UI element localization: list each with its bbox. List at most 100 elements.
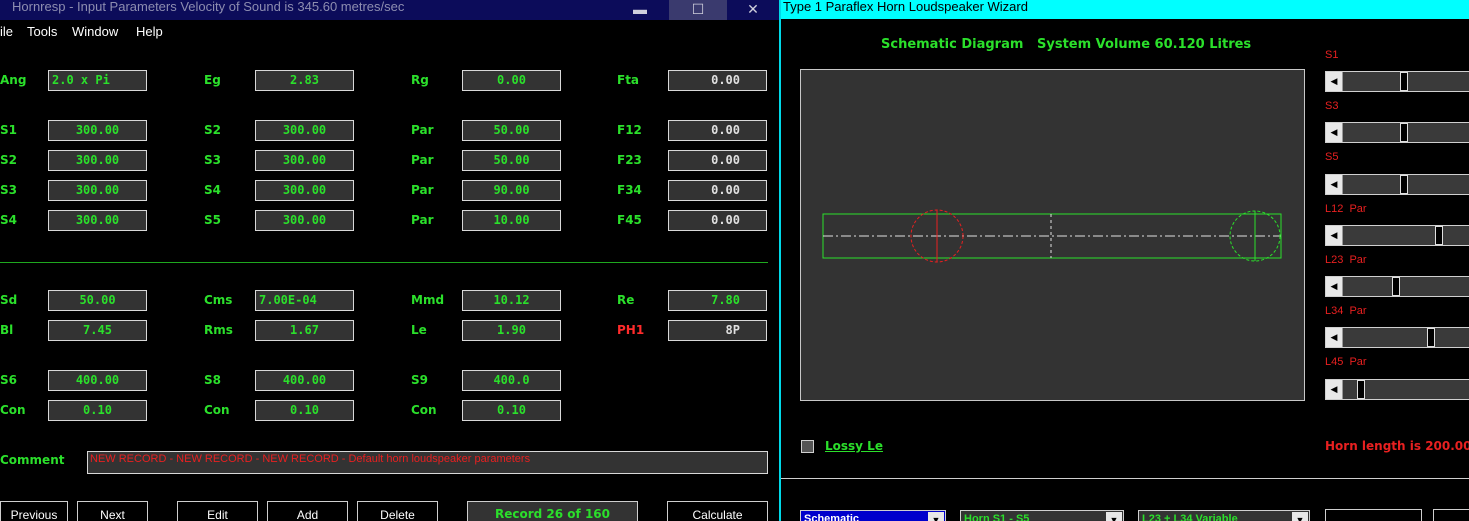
arrow-left-icon[interactable]: ◀ bbox=[1326, 123, 1343, 142]
menu-window[interactable]: Window bbox=[72, 24, 118, 39]
param-field[interactable]: 300.00 bbox=[255, 180, 354, 201]
slider[interactable]: ◀ bbox=[1325, 379, 1469, 400]
slider[interactable]: ◀ bbox=[1325, 71, 1469, 92]
param-field[interactable]: 400.00 bbox=[255, 370, 354, 391]
minimize-icon[interactable]: ▬ bbox=[614, 0, 666, 20]
param-label: F12 bbox=[617, 123, 642, 137]
param-field[interactable]: 400.0 bbox=[462, 370, 561, 391]
slider-thumb[interactable] bbox=[1400, 72, 1408, 91]
variable-combo[interactable]: L23 + L34 Variable ▼ bbox=[1138, 510, 1310, 521]
slider-thumb[interactable] bbox=[1392, 277, 1400, 296]
slider-thumb[interactable] bbox=[1427, 328, 1435, 347]
param-field[interactable]: 300.00 bbox=[48, 150, 147, 171]
menu-tools[interactable]: Tools bbox=[27, 24, 57, 39]
param-label: Re bbox=[617, 293, 635, 307]
param-label: Par bbox=[411, 213, 434, 227]
arrow-left-icon[interactable]: ◀ bbox=[1326, 175, 1343, 194]
param-field[interactable]: 10.00 bbox=[462, 210, 561, 231]
param-field[interactable]: 7.45 bbox=[48, 320, 147, 341]
lossy-le-label[interactable]: Lossy Le bbox=[825, 439, 883, 453]
slider-label: L12 Par bbox=[1325, 203, 1367, 215]
param-field[interactable]: 400.00 bbox=[48, 370, 147, 391]
param-field[interactable]: 50.00 bbox=[462, 120, 561, 141]
close-icon[interactable]: ✕ bbox=[727, 0, 779, 20]
slider-thumb[interactable] bbox=[1400, 175, 1408, 194]
record-counter: Record 26 of 160 bbox=[467, 501, 638, 521]
param-field[interactable]: 2.0 x Pi bbox=[48, 70, 147, 91]
param-label: Rg bbox=[411, 73, 429, 87]
previous-button[interactable]: Previous bbox=[0, 501, 68, 521]
view-combo-value: Schematic bbox=[804, 513, 860, 521]
arrow-left-icon[interactable]: ◀ bbox=[1326, 328, 1343, 347]
param-field[interactable]: 300.00 bbox=[255, 120, 354, 141]
param-field[interactable]: 50.00 bbox=[462, 150, 561, 171]
param-field[interactable]: 1.67 bbox=[255, 320, 354, 341]
chevron-down-icon[interactable]: ▼ bbox=[1292, 512, 1308, 521]
param-field[interactable]: 0.10 bbox=[462, 400, 561, 421]
param-label: Con bbox=[411, 403, 437, 417]
menu-file[interactable]: ile bbox=[0, 24, 13, 39]
slider[interactable]: ◀ bbox=[1325, 276, 1469, 297]
slider[interactable]: ◀ bbox=[1325, 327, 1469, 348]
paraflex-wizard-window: Type 1 Paraflex Horn Loudspeaker Wizard … bbox=[781, 0, 1469, 521]
arrow-left-icon[interactable]: ◀ bbox=[1326, 277, 1343, 296]
slider[interactable]: ◀ bbox=[1325, 225, 1469, 246]
param-field[interactable]: 2.83 bbox=[255, 70, 354, 91]
chevron-down-icon[interactable]: ▼ bbox=[1106, 512, 1122, 521]
slider-thumb[interactable] bbox=[1400, 123, 1408, 142]
param-field[interactable]: 50.00 bbox=[48, 290, 147, 311]
param-field[interactable]: 10.12 bbox=[462, 290, 561, 311]
param-field[interactable]: 300.00 bbox=[48, 180, 147, 201]
param-field[interactable]: 7.80 bbox=[668, 290, 767, 311]
param-label: S3 bbox=[204, 153, 221, 167]
param-label: Sd bbox=[0, 293, 18, 307]
comment-field[interactable]: NEW RECORD - NEW RECORD - NEW RECORD - D… bbox=[87, 451, 768, 474]
param-field[interactable]: 0.00 bbox=[668, 180, 767, 201]
param-field[interactable]: 1.90 bbox=[462, 320, 561, 341]
param-field[interactable]: 300.00 bbox=[255, 210, 354, 231]
param-label: Bl bbox=[0, 323, 14, 337]
action-button-2[interactable] bbox=[1433, 509, 1469, 521]
param-label: S9 bbox=[411, 373, 428, 387]
menu-help[interactable]: Help bbox=[136, 24, 163, 39]
slider[interactable]: ◀ bbox=[1325, 174, 1469, 195]
add-button[interactable]: Add bbox=[267, 501, 348, 521]
param-field[interactable]: 90.00 bbox=[462, 180, 561, 201]
param-field[interactable]: 0.00 bbox=[668, 70, 767, 91]
slider[interactable]: ◀ bbox=[1325, 122, 1469, 143]
slider-thumb[interactable] bbox=[1435, 226, 1443, 245]
view-combo[interactable]: Schematic ▼ bbox=[800, 510, 946, 521]
param-field[interactable]: 8P bbox=[668, 320, 767, 341]
right-window-title: Type 1 Paraflex Horn Loudspeaker Wizard bbox=[783, 0, 1028, 14]
delete-button[interactable]: Delete bbox=[357, 501, 438, 521]
param-field[interactable]: 300.00 bbox=[48, 210, 147, 231]
lossy-le-checkbox[interactable] bbox=[801, 440, 814, 453]
horn-combo[interactable]: Horn S1 - S5 ▼ bbox=[960, 510, 1124, 521]
param-field[interactable]: 300.00 bbox=[255, 150, 354, 171]
param-label: Fta bbox=[617, 73, 640, 87]
param-label: S3 bbox=[0, 183, 17, 197]
param-field[interactable]: 7.00E-04 bbox=[255, 290, 354, 311]
action-button[interactable] bbox=[1325, 509, 1422, 521]
param-field[interactable]: 0.00 bbox=[668, 120, 767, 141]
param-field[interactable]: 0.00 bbox=[462, 70, 561, 91]
left-window-title: Hornresp - Input Parameters Velocity of … bbox=[12, 0, 405, 14]
param-field[interactable]: 300.00 bbox=[48, 120, 147, 141]
param-field[interactable]: 0.10 bbox=[255, 400, 354, 421]
arrow-left-icon[interactable]: ◀ bbox=[1326, 72, 1343, 91]
maximize-icon[interactable]: ☐ bbox=[669, 0, 727, 20]
calculate-button[interactable]: Calculate bbox=[667, 501, 768, 521]
param-label: Par bbox=[411, 183, 434, 197]
chevron-down-icon[interactable]: ▼ bbox=[928, 512, 944, 521]
param-field[interactable]: 0.00 bbox=[668, 150, 767, 171]
param-label: Con bbox=[204, 403, 230, 417]
param-field[interactable]: 0.10 bbox=[48, 400, 147, 421]
variable-combo-value: L23 + L34 Variable bbox=[1142, 513, 1238, 521]
param-field[interactable]: 0.00 bbox=[668, 210, 767, 231]
next-button[interactable]: Next bbox=[77, 501, 148, 521]
param-label: Par bbox=[411, 153, 434, 167]
arrow-left-icon[interactable]: ◀ bbox=[1326, 226, 1343, 245]
slider-thumb[interactable] bbox=[1357, 380, 1365, 399]
edit-button[interactable]: Edit bbox=[177, 501, 258, 521]
arrow-left-icon[interactable]: ◀ bbox=[1326, 380, 1343, 399]
